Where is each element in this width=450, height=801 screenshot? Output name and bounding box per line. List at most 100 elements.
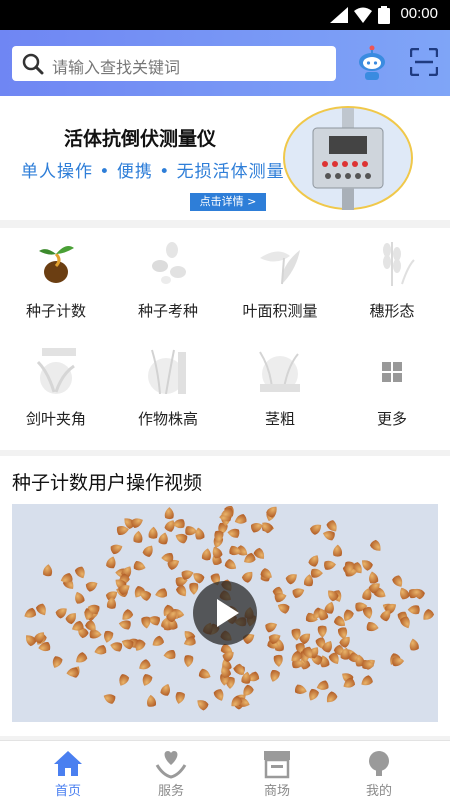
feature-ear-shape[interactable]: 穗形态: [336, 228, 448, 332]
seed-graphic: [227, 528, 240, 538]
seed-graphic: [75, 591, 85, 604]
seed-graphic: [76, 652, 88, 663]
seed-graphic: [326, 691, 338, 703]
feature-seed-test[interactable]: 种子考种: [112, 228, 224, 332]
feature-label: 种子计数: [25, 302, 86, 320]
seed-graphic: [309, 524, 322, 535]
feature-label: 作物株高: [137, 410, 198, 428]
seed-graphic: [133, 530, 143, 543]
wifi-icon: [354, 7, 372, 23]
seed-graphic: [224, 558, 237, 570]
home-icon: [54, 751, 82, 776]
feature-label: 剑叶夹角: [25, 410, 86, 428]
seed-graphic: [277, 603, 290, 614]
seed-graphic: [310, 568, 323, 578]
seed-graphic: [35, 603, 46, 616]
flag-leaf-angle-icon: [36, 348, 76, 394]
leaf-icon: [260, 250, 300, 285]
feature-label: 叶面积测量: [242, 302, 318, 320]
seeds-icon: [152, 242, 186, 284]
seed-graphic: [160, 684, 170, 696]
feature-grid: 种子计数 种子考种 叶面积测量 穗形态 剑叶夹角 作物株高 茎粗 更多: [0, 228, 450, 450]
seed-graphic: [407, 605, 420, 615]
feature-label: 茎粗: [264, 410, 295, 428]
feature-label: 更多: [376, 410, 407, 428]
seed-graphic: [110, 544, 123, 555]
search-input[interactable]: 请输入查找关键词: [52, 54, 180, 78]
status-time: 00:00: [400, 5, 438, 22]
seed-graphic: [163, 650, 176, 660]
seed-graphic: [164, 507, 174, 520]
seed-graphic: [251, 523, 263, 533]
seed-graphic: [292, 588, 305, 599]
tab-profile[interactable]: 我的: [323, 741, 435, 801]
seed-graphic: [110, 642, 123, 652]
seed-graphic: [142, 674, 153, 686]
tab-label: 我的: [365, 784, 392, 799]
profile-icon: [369, 751, 389, 776]
seed-graphic: [361, 675, 373, 686]
seed-graphic: [294, 684, 307, 694]
seed-graphic: [104, 630, 114, 643]
robot-assistant-icon[interactable]: [356, 45, 388, 81]
top-header: 请输入查找关键词: [0, 30, 450, 96]
seed-graphic: [139, 659, 151, 670]
tab-home[interactable]: 首页: [12, 741, 124, 801]
play-button[interactable]: [193, 581, 257, 645]
seed-graphic: [184, 655, 194, 668]
tab-service[interactable]: 服务: [115, 741, 227, 801]
tab-shop[interactable]: 商场: [221, 741, 333, 801]
seed-graphic: [152, 635, 164, 646]
tab-label: 商场: [263, 784, 290, 799]
seed-graphic: [24, 607, 37, 618]
seed-graphic: [52, 656, 63, 668]
seed-graphic: [333, 544, 343, 557]
video-title: 种子计数用户操作视频: [12, 472, 203, 494]
tab-label: 首页: [54, 784, 81, 799]
status-bar: 00:00: [0, 0, 450, 30]
search-icon: [22, 53, 44, 75]
banner-detail-button[interactable]: 点击详情 >: [190, 193, 266, 211]
feature-seed-count[interactable]: 种子计数: [0, 228, 112, 332]
scan-icon[interactable]: [410, 48, 438, 76]
more-grid-icon: [382, 362, 402, 382]
feature-plant-height[interactable]: 作物株高: [112, 336, 224, 440]
promo-banner[interactable]: 活体抗倒伏测量仪 单人操作 • 便携 • 无损活体测量 点击详情 >: [0, 96, 450, 220]
stem-diameter-icon: [259, 351, 300, 392]
seed-graphic: [89, 629, 102, 639]
seed-sprout-icon: [39, 246, 74, 283]
feature-flag-leaf-angle[interactable]: 剑叶夹角: [0, 336, 112, 440]
video-player[interactable]: [12, 504, 438, 722]
seed-graphic: [423, 609, 435, 620]
seed-graphic: [392, 575, 403, 587]
play-icon: [217, 599, 239, 627]
seed-graphic: [270, 670, 280, 682]
feature-more[interactable]: 更多: [336, 336, 448, 440]
seed-graphic: [158, 532, 168, 545]
search-bar[interactable]: 请输入查找关键词: [12, 46, 336, 81]
seed-graphic: [265, 622, 278, 633]
seed-graphic: [309, 688, 319, 701]
seed-graphic: [103, 694, 116, 704]
seed-graphic: [317, 625, 327, 638]
seed-graphic: [369, 539, 381, 551]
seed-graphic: [285, 574, 297, 585]
seed-graphic: [175, 691, 185, 704]
seed-graphic: [142, 545, 153, 557]
battery-icon: [378, 6, 390, 24]
bottom-tab-bar: 首页 服务 商场 我的: [0, 740, 450, 801]
seed-graphic: [106, 556, 116, 569]
seed-graphic: [195, 527, 205, 540]
seed-graphic: [43, 564, 53, 577]
seed-graphic: [141, 616, 151, 629]
seed-graphic: [161, 552, 174, 562]
seed-graphic: [213, 689, 224, 701]
seed-graphic: [118, 620, 131, 630]
banner-subtitle: 单人操作 • 便携 • 无损活体测量: [21, 162, 285, 182]
feature-stem-diameter[interactable]: 茎粗: [224, 336, 336, 440]
seed-graphic: [392, 657, 405, 667]
seed-graphic: [234, 514, 247, 524]
seed-graphic: [366, 621, 379, 632]
feature-leaf-area[interactable]: 叶面积测量: [224, 228, 336, 332]
seed-graphic: [323, 560, 336, 570]
